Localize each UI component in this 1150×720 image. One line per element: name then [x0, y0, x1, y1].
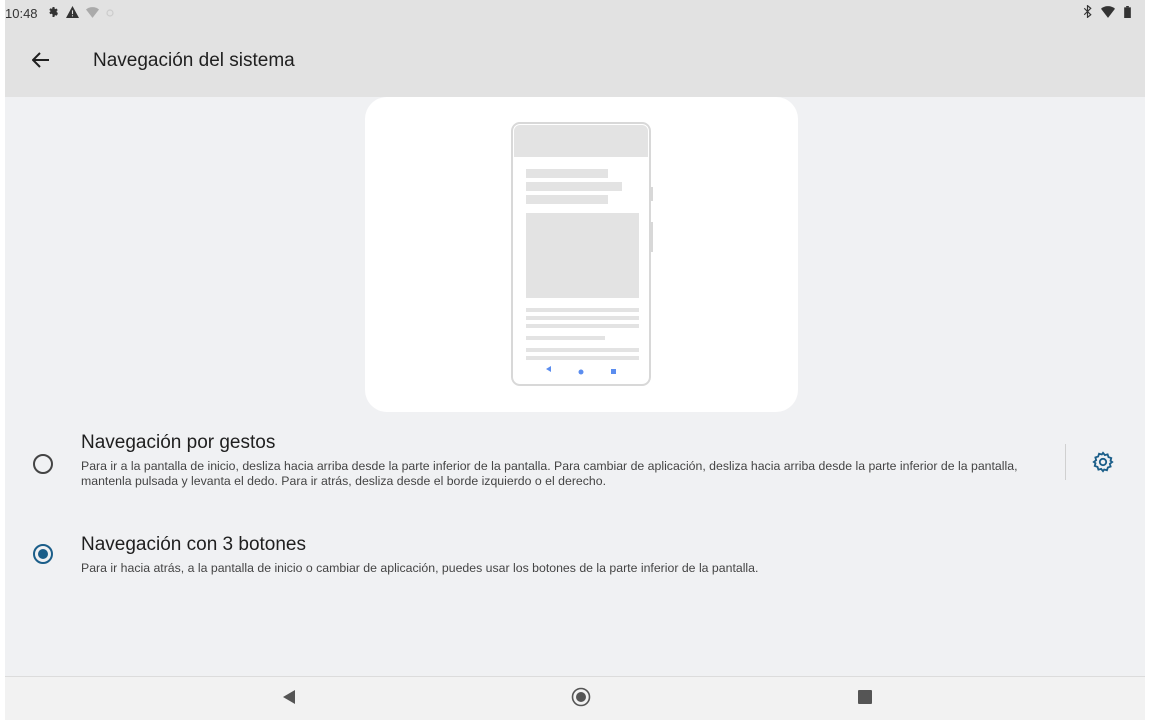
gesture-navigation-title: Navegación por gestos [81, 432, 276, 453]
nav-back-button[interactable] [279, 689, 299, 709]
illustration-card [365, 97, 798, 412]
warning-icon [65, 5, 79, 21]
status-bar: 10:48 [5, 0, 1145, 26]
phone-illustration [511, 122, 653, 386]
status-icons-left [47, 5, 114, 21]
gear-settings-icon [1092, 450, 1114, 478]
status-icons-right [1083, 4, 1131, 21]
radio-selected-dot [38, 549, 48, 559]
app-bar: Navegación del sistema [5, 26, 1145, 97]
illustration-home-icon [578, 369, 584, 375]
vertical-divider [1065, 444, 1066, 480]
home-circle-icon [571, 687, 591, 712]
page-title: Navegación del sistema [93, 50, 295, 71]
gesture-navigation-description: Para ir a la pantalla de inicio, desliza… [81, 459, 1018, 488]
illustration-recents-icon [611, 369, 616, 374]
system-nav-bar [5, 676, 1145, 720]
three-button-navigation-description: Para ir hacia atrás, a la pantalla de in… [81, 561, 759, 575]
option-three-button-navigation[interactable]: Navegación con 3 botones Para ir hacia a… [5, 534, 1145, 582]
status-time: 10:48 [5, 5, 38, 21]
nav-recents-button[interactable] [855, 689, 875, 709]
back-triangle-icon [282, 689, 296, 710]
settings-gear-icon [47, 6, 59, 21]
three-button-navigation-radio[interactable] [33, 544, 53, 564]
three-button-navigation-title: Navegación con 3 botones [81, 534, 306, 555]
gesture-settings-button[interactable] [1091, 450, 1115, 478]
arrow-back-icon [31, 51, 50, 73]
gesture-navigation-radio[interactable] [33, 454, 53, 474]
small-icon [105, 6, 114, 21]
recents-square-icon [858, 689, 872, 709]
wifi-off-icon [85, 6, 99, 21]
back-button[interactable] [29, 50, 53, 74]
wifi-icon [1101, 5, 1115, 21]
option-gesture-navigation[interactable]: Navegación por gestos Para ir a la panta… [5, 432, 1145, 500]
nav-home-button[interactable] [571, 687, 591, 712]
bluetooth-icon [1083, 4, 1092, 21]
screen: 10:48 Navegación del sistema Navegación … [5, 0, 1145, 720]
battery-icon [1124, 5, 1131, 21]
